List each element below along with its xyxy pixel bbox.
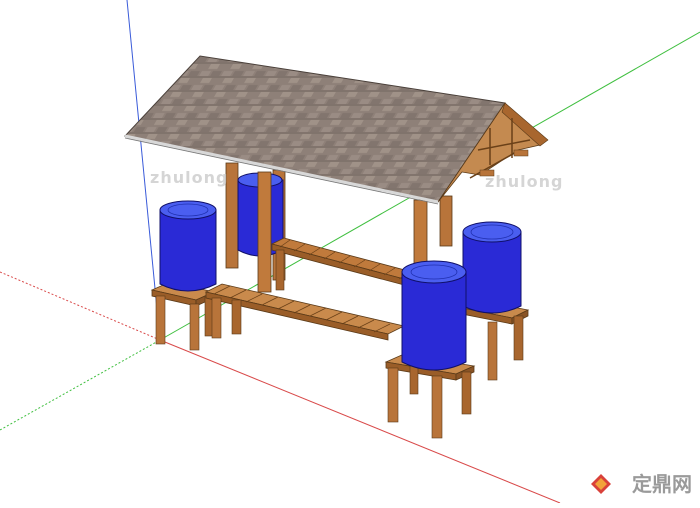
barrel-left	[159, 200, 217, 292]
bench-front	[204, 283, 406, 341]
brand-watermark: 定鼎网	[606, 468, 692, 497]
brand-text: 定鼎网	[632, 472, 692, 496]
barrel-right-front	[401, 260, 467, 371]
sketchup-viewport[interactable]: zhulong zhulong 定鼎网	[0, 0, 700, 504]
stand-left	[150, 281, 216, 351]
barrel-right-back	[462, 221, 522, 314]
axes	[0, 0, 700, 504]
model-scene[interactable]	[0, 0, 700, 504]
red-axis-positive	[159, 339, 561, 504]
green-axis-negative	[0, 339, 161, 431]
red-axis	[0, 271, 161, 341]
watermark: zhulong	[485, 172, 564, 191]
watermark: zhulong	[150, 168, 229, 187]
